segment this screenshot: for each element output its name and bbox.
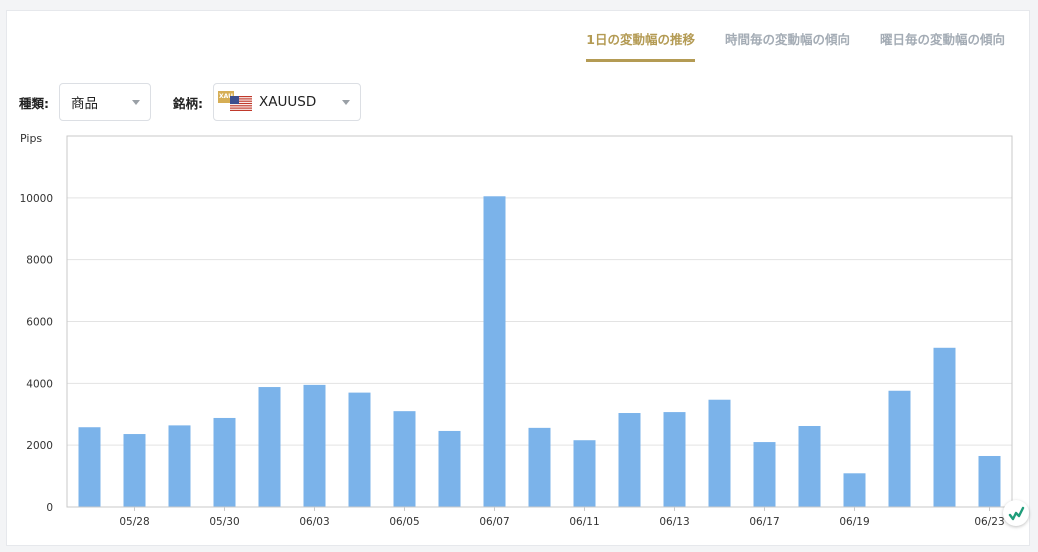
bar-05-30[interactable] [213,417,236,507]
y-tick-label: 6000 [26,317,53,329]
x-tick-label: 06/13 [659,516,689,528]
bar-06-21[interactable] [933,347,956,507]
chart-card: 1日の変動幅の推移 時間毎の変動幅の傾向 曜日毎の変動幅の傾向 種類: 商品 銘… [6,10,1030,546]
y-axis-title: Pips [20,132,42,145]
bar-06-11[interactable] [573,440,596,507]
bar-06-03[interactable] [303,384,326,507]
bar-06-07[interactable] [483,196,506,507]
x-tick-label: 06/19 [839,516,869,528]
xauusd-flag-icon: XAU [218,91,254,113]
bar-06-20[interactable] [888,390,911,507]
bar-06-05[interactable] [393,411,416,507]
x-tick-label: 05/30 [209,516,239,528]
bar-06-12[interactable] [618,413,641,507]
x-tick-label: 05/28 [119,516,149,528]
bar-05-27[interactable] [78,427,101,507]
chart-logo-icon [1008,506,1025,521]
bar-05-29[interactable] [168,425,191,507]
type-label: 種類: [19,95,49,111]
bar-05-28[interactable] [123,434,146,507]
tab-hourly-trend[interactable]: 時間毎の変動幅の傾向 [725,25,850,57]
filter-bar: 種類: 商品 銘柄: XAU XAUUSD [19,83,361,121]
logo-badge [1003,500,1029,526]
us-flag-icon [230,96,252,111]
bar-06-14[interactable] [708,399,731,507]
x-tick-label: 06/23 [974,516,1004,528]
x-tick-label: 06/11 [569,516,599,528]
x-tick-label: 06/07 [479,516,509,528]
y-tick-label: 10000 [20,193,53,205]
x-tick-label: 06/05 [389,516,419,528]
chevron-down-icon [132,100,140,105]
symbol-label: 銘柄: [173,95,203,111]
bar-06-18[interactable] [798,425,821,507]
y-tick-label: 2000 [26,440,53,452]
x-tick-label: 06/17 [749,516,779,528]
x-tick-label: 06/03 [299,516,329,528]
bar-06-19[interactable] [843,473,866,507]
type-select[interactable]: 商品 [59,83,151,121]
bar-06-13[interactable] [663,412,686,507]
tab-bar: 1日の変動幅の推移 時間毎の変動幅の傾向 曜日毎の変動幅の傾向 [586,25,1005,62]
bar-05-31[interactable] [258,387,281,507]
bar-06-06[interactable] [438,430,461,507]
bar-06-23[interactable] [978,455,1001,507]
bar-06-04[interactable] [348,392,371,507]
bar-06-17[interactable] [753,442,776,507]
y-tick-label: 4000 [26,378,53,390]
tab-daily-range[interactable]: 1日の変動幅の推移 [586,25,695,62]
type-select-value: 商品 [71,96,98,112]
y-tick-label: 8000 [26,255,53,267]
symbol-select[interactable]: XAU XAUUSD [213,83,361,121]
tab-weekday-trend[interactable]: 曜日毎の変動幅の傾向 [880,25,1005,57]
chevron-down-icon [342,100,350,105]
bar-06-10[interactable] [528,427,551,507]
y-tick-label: 0 [46,502,53,514]
symbol-select-value: XAUUSD [259,94,317,110]
